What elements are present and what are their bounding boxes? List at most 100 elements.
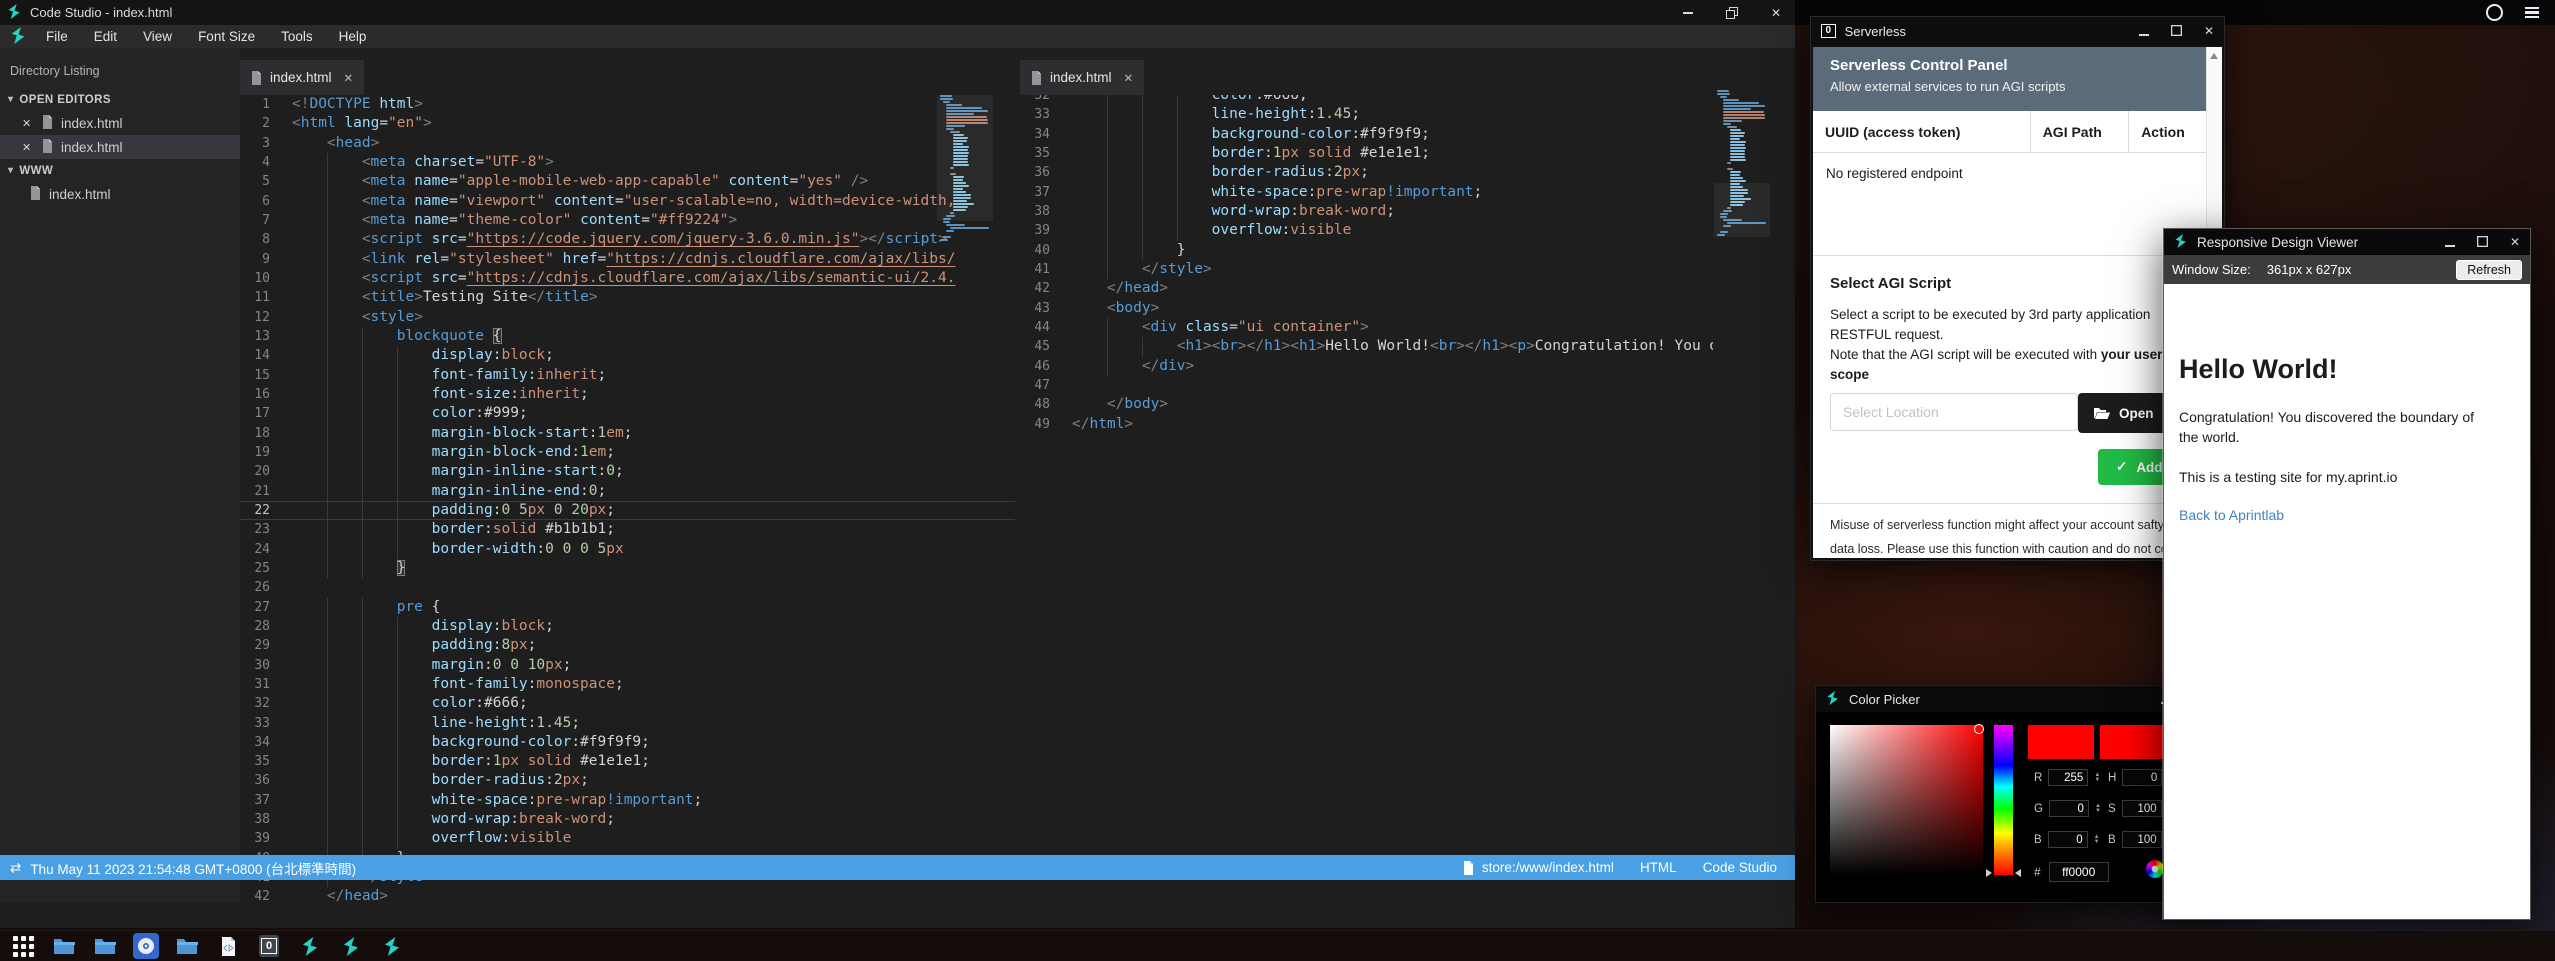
code-line-17[interactable]: 17color:#999;: [240, 404, 1015, 423]
code-editor-right[interactable]: 32color:#666;33line-height:1.45;34backgr…: [1020, 95, 1713, 903]
code-line-33[interactable]: 33line-height:1.45;: [240, 714, 1015, 733]
close-button[interactable]: ✕: [2204, 24, 2214, 38]
channel-g-field-rgb[interactable]: G0▲▼: [2034, 800, 2101, 817]
code-line-22[interactable]: 22padding:0 5px 0 20px;: [240, 501, 1015, 520]
channel-b-field-rgb[interactable]: B0▲▼: [2034, 831, 2100, 848]
code-line-35[interactable]: 35border:1px solid #e1e1e1;: [1020, 144, 1713, 163]
code-line-21[interactable]: 21margin-inline-end:0;: [240, 482, 1015, 501]
code-line-36[interactable]: 36border-radius:2px;: [240, 771, 1015, 790]
code-studio-icon[interactable]: [338, 933, 364, 959]
serverless-icon[interactable]: 0: [256, 933, 282, 959]
code-line-16[interactable]: 16font-size:inherit;: [240, 385, 1015, 404]
stepper-icon[interactable]: ▲▼: [2094, 773, 2100, 783]
code-line-36[interactable]: 36border-radius:2px;: [1020, 163, 1713, 182]
folder-icon[interactable]: [174, 933, 200, 959]
color-wheel-icon[interactable]: [2146, 860, 2164, 878]
code-line-29[interactable]: 29padding:8px;: [240, 636, 1015, 655]
folder-icon[interactable]: [92, 933, 118, 959]
hue-marker-right[interactable]: [2015, 869, 2021, 877]
close-tab-icon[interactable]: ✕: [344, 71, 354, 85]
menu-view[interactable]: View: [130, 25, 185, 48]
sidebar-item-index.html[interactable]: ✕index.html: [0, 111, 240, 135]
code-line-32[interactable]: 32color:#666;: [1020, 95, 1713, 105]
code-line-38[interactable]: 38word-wrap:break-word;: [1020, 202, 1713, 221]
code-studio-icon[interactable]: [379, 933, 405, 959]
app-grid-icon[interactable]: [10, 933, 36, 959]
code-line-34[interactable]: 34background-color:#f9f9f9;: [240, 733, 1015, 752]
code-line-47[interactable]: 47: [1020, 376, 1713, 395]
code-line-27[interactable]: 27pre {: [240, 598, 1015, 617]
code-line-38[interactable]: 38word-wrap:break-word;: [240, 810, 1015, 829]
code-line-14[interactable]: 14display:block;: [240, 346, 1015, 365]
code-line-5[interactable]: 5<meta name="apple-mobile-web-app-capabl…: [240, 172, 1015, 191]
sidebar-section-open-editors[interactable]: ▾OPEN EDITORS: [0, 88, 240, 111]
hamburger-menu-icon[interactable]: [2525, 7, 2539, 19]
code-line-1[interactable]: 1<!DOCTYPE html>: [240, 95, 1015, 114]
code-line-9[interactable]: 9<link rel="stylesheet" href="https://cd…: [240, 250, 1015, 269]
loading-circle-icon[interactable]: [2486, 4, 2503, 21]
media-player-icon[interactable]: [133, 933, 159, 959]
menu-help[interactable]: Help: [326, 25, 380, 48]
code-line-31[interactable]: 31font-family:monospace;: [240, 675, 1015, 694]
code-line-49[interactable]: 49</html>: [1020, 415, 1713, 434]
serverless-title-bar[interactable]: 0 Serverless ✕: [1811, 17, 2224, 45]
code-line-39[interactable]: 39overflow:visible: [1020, 221, 1713, 240]
code-line-37[interactable]: 37white-space:pre-wrap!important;: [1020, 183, 1713, 202]
location-input[interactable]: [1830, 393, 2078, 431]
minimap-right[interactable]: [1717, 90, 1767, 237]
menu-font-size[interactable]: Font Size: [185, 25, 268, 48]
stepper-icon[interactable]: ▲▼: [2095, 804, 2101, 814]
code-line-15[interactable]: 15font-family:inherit;: [240, 366, 1015, 385]
code-line-39[interactable]: 39overflow:visible: [240, 829, 1015, 848]
hex-value-input[interactable]: ff0000: [2049, 862, 2109, 882]
code-line-33[interactable]: 33line-height:1.45;: [1020, 105, 1713, 124]
minimize-button[interactable]: [2445, 235, 2455, 250]
code-line-10[interactable]: 10<script src="https://cdnjs.cloudflare.…: [240, 269, 1015, 288]
scroll-up-icon[interactable]: [2210, 53, 2218, 59]
back-to-aprintlab-link[interactable]: Back to Aprintlab: [2179, 507, 2510, 523]
code-line-35[interactable]: 35border:1px solid #e1e1e1;: [240, 752, 1015, 771]
code-line-20[interactable]: 20margin-inline-start:0;: [240, 462, 1015, 481]
code-line-24[interactable]: 24border-width:0 0 0 5px: [240, 540, 1015, 559]
code-line-43[interactable]: 43<body>: [1020, 299, 1713, 318]
code-line-3[interactable]: 3<head>: [240, 134, 1015, 153]
code-line-42[interactable]: 42</head>: [1020, 279, 1713, 298]
code-line-30[interactable]: 30margin:0 0 10px;: [240, 656, 1015, 675]
code-line-23[interactable]: 23border:solid #b1b1b1;: [240, 520, 1015, 539]
code-line-48[interactable]: 48</body>: [1020, 395, 1713, 414]
code-editor-left[interactable]: 1<!DOCTYPE html>2<html lang="en">3<head>…: [240, 95, 1015, 903]
folder-icon[interactable]: [51, 933, 77, 959]
channel-r-field-rgb[interactable]: R255▲▼: [2034, 769, 2100, 786]
menu-file[interactable]: File: [33, 25, 81, 48]
maximize-button[interactable]: [2171, 24, 2182, 39]
code-line-34[interactable]: 34background-color:#f9f9f9;: [1020, 125, 1713, 144]
maximize-button[interactable]: [2477, 235, 2488, 250]
code-line-45[interactable]: 45<h1><br></h1><h1>Hello World!<br></h1>…: [1020, 337, 1713, 356]
code-line-26[interactable]: 26: [240, 578, 1015, 597]
code-line-41[interactable]: 41</style>: [1020, 260, 1713, 279]
title-bar[interactable]: Code Studio - index.html ✕: [0, 0, 1795, 25]
sidebar-item-index.html[interactable]: index.html: [0, 182, 240, 206]
code-line-46[interactable]: 46</div>: [1020, 357, 1713, 376]
menu-tools[interactable]: Tools: [268, 25, 326, 48]
close-icon[interactable]: ✕: [22, 117, 34, 130]
code-line-19[interactable]: 19margin-block-end:1em;: [240, 443, 1015, 462]
code-line-44[interactable]: 44<div class="ui container">: [1020, 318, 1713, 337]
close-button[interactable]: ✕: [2510, 235, 2520, 249]
code-line-32[interactable]: 32color:#666;: [240, 694, 1015, 713]
code-line-11[interactable]: 11<title>Testing Site</title>: [240, 288, 1015, 307]
close-icon[interactable]: ✕: [22, 141, 34, 154]
saturation-marker[interactable]: [1974, 724, 1984, 734]
code-line-7[interactable]: 7<meta name="theme-color" content="#ff92…: [240, 211, 1015, 230]
sidebar-item-index.html[interactable]: ✕index.html: [0, 135, 240, 159]
code-line-25[interactable]: 25}: [240, 559, 1015, 578]
minimap-left[interactable]: [940, 95, 990, 242]
code-line-12[interactable]: 12<style>: [240, 308, 1015, 327]
color-picker-title-bar[interactable]: Color Picker: [1816, 686, 2214, 712]
code-line-40[interactable]: 40}: [1020, 241, 1713, 260]
sync-icon[interactable]: ⇄: [10, 860, 21, 876]
status-app[interactable]: Code Studio: [1703, 860, 1777, 875]
minimize-button[interactable]: [1681, 6, 1695, 20]
hue-marker-left[interactable]: [1986, 869, 1992, 877]
refresh-button[interactable]: Refresh: [2456, 260, 2522, 280]
